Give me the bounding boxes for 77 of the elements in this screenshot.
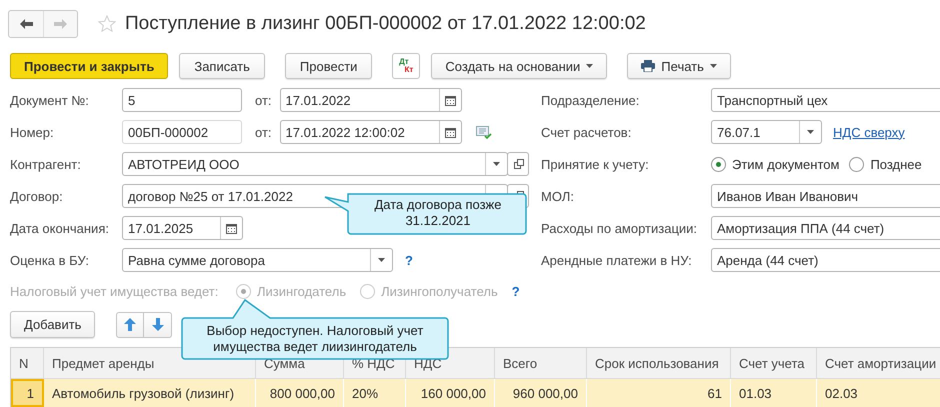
document-check-icon[interactable] <box>476 126 492 138</box>
caret-icon[interactable] <box>493 162 500 166</box>
radio-label: Лизингополучатель <box>381 284 498 298</box>
move-down-button[interactable] <box>144 312 172 338</box>
table-cell: 800 000,00 <box>256 379 344 407</box>
printer-icon[interactable] <box>641 60 656 72</box>
table-cell: 01.03 <box>731 379 817 407</box>
field-label: Договор: <box>10 188 64 204</box>
text-field[interactable]: Иванов Иван Иванович <box>711 184 940 208</box>
field-label: от: <box>255 92 272 108</box>
number-field[interactable]: 00БП-000002 <box>122 120 242 144</box>
table-cell: 160 000,00 <box>406 379 495 407</box>
text-field[interactable]: Аренда (44 счет) <box>711 248 940 272</box>
table-row[interactable]: 1 Автомобиль грузовой (лизинг) 800 000,00 20% 160 000,00 960 000,00 61 01.03 02.03 <box>11 379 940 407</box>
select-field[interactable]: Равна сумме договора <box>122 248 393 272</box>
caret-icon[interactable] <box>710 64 717 68</box>
toolbar-button[interactable]: Провести <box>284 53 372 79</box>
caret-icon[interactable] <box>807 130 814 134</box>
field-label: Документ №: <box>10 92 90 108</box>
caret-icon[interactable] <box>378 258 385 262</box>
radio-icon[interactable] <box>849 156 864 172</box>
radio-label: Этим документом <box>732 156 840 172</box>
toolbar-button[interactable]: Записать <box>179 53 265 79</box>
post-and-close-button[interactable]: Провести и закрыть <box>10 53 168 79</box>
table-cell: 02.03 <box>817 379 940 407</box>
table-cell: 960 000,00 <box>495 379 587 407</box>
field-label: Принятие к учету: <box>541 156 650 172</box>
field-label: Оценка в БУ: <box>10 252 90 268</box>
field-label: Расходы по амортизации: <box>541 220 698 236</box>
print-button[interactable]: Печать <box>627 53 731 79</box>
field-label: Контрагент: <box>10 156 82 172</box>
radio-label: Лизингодатель <box>257 284 346 298</box>
field-label: МОЛ: <box>541 188 575 204</box>
up-arrow-icon[interactable] <box>124 318 136 331</box>
date-field[interactable]: 17.01.2025 <box>122 216 243 240</box>
tooltip: Выбор недоступен. Налоговый учет имущества ведет лиизингодатель <box>180 298 450 361</box>
back-arrow-icon[interactable] <box>20 18 32 28</box>
debit-credit-button[interactable]: Дт Кт <box>392 53 420 79</box>
number-field[interactable]: 5 <box>122 88 242 112</box>
field-label: Дата окончания: <box>10 220 110 236</box>
table-cell: 61 <box>587 379 731 407</box>
radio-label: Позднее <box>870 156 922 172</box>
column-header[interactable]: Всего <box>495 348 587 379</box>
date-field[interactable]: 17.01.2022 <box>280 88 462 112</box>
open-icon[interactable] <box>514 159 524 169</box>
open-button[interactable] <box>507 152 529 176</box>
add-button[interactable]: Добавить <box>10 311 96 338</box>
help-link[interactable]: ? <box>405 252 413 268</box>
table-cell: Автомобиль грузовой (лизинг) <box>44 379 256 407</box>
field-label: Номер: <box>10 124 55 140</box>
field-label: Арендные платежи в НУ: <box>541 252 693 268</box>
calendar-icon[interactable] <box>444 126 456 138</box>
move-up-button[interactable] <box>116 312 144 338</box>
table-cell: 1 <box>11 379 44 407</box>
select-field[interactable]: АВТОТРЕИД ООО <box>122 152 508 176</box>
window-title: Поступление в лизинг 00БП-000002 от 17.01.2022 12:00:02 <box>125 12 646 34</box>
select-field[interactable]: 76.07.1 <box>711 120 822 144</box>
table-cell: 20% <box>344 379 406 407</box>
text-field[interactable]: Транспортный цех <box>711 88 940 112</box>
down-arrow-icon[interactable] <box>152 318 164 331</box>
column-header[interactable]: Счет учета <box>731 348 817 379</box>
date-field[interactable]: 17.01.2022 12:00:02 <box>280 120 462 144</box>
radio-icon[interactable] <box>711 156 726 172</box>
caret-icon[interactable] <box>586 64 594 68</box>
vat-link[interactable]: НДС сверху <box>833 124 905 140</box>
field-label: от: <box>255 124 272 140</box>
field-label: Налоговый учет имущества ведет: <box>10 284 220 298</box>
column-header[interactable]: N <box>11 348 44 379</box>
column-header[interactable]: Счет амортизации <box>817 348 940 379</box>
calendar-icon[interactable] <box>226 222 237 234</box>
column-header[interactable]: Срок использования <box>587 348 731 379</box>
star-icon[interactable] <box>98 14 116 32</box>
field-label: Подразделение: <box>541 92 640 108</box>
field-label: Счет расчетов: <box>541 124 632 140</box>
calendar-icon[interactable] <box>444 94 456 106</box>
text-field[interactable]: Амортизация ППА (44 счет) <box>711 216 940 240</box>
create-based-on-button[interactable]: Создать на основании <box>431 53 608 79</box>
